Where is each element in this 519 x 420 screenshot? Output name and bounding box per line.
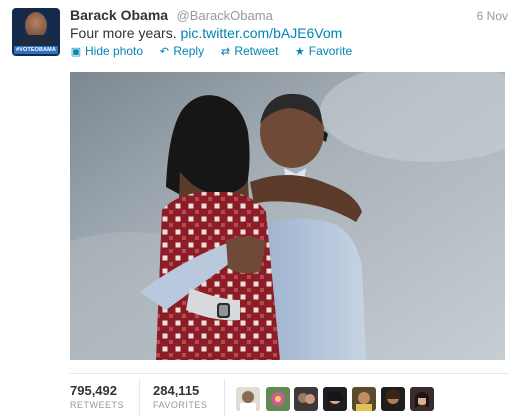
retweet-label: Retweet [234,44,279,58]
favoriter-photo [327,391,343,404]
hide-photo-label: Hide photo [85,44,144,58]
tweet-timestamp[interactable]: 6 Nov [477,9,508,23]
favorite-label: Favorite [308,44,353,58]
favorite-count-value: 284,115 [153,383,200,398]
author-name[interactable]: Barack Obama [70,7,168,23]
favoriter-avatar[interactable] [381,387,405,411]
stats-divider [70,373,509,374]
hide-photo-button[interactable]: ▣ Hide photo [70,44,143,58]
author-avatar[interactable]: #VOTEOBAMA [12,8,60,56]
favoriter-avatar[interactable] [294,387,318,411]
retweet-count-value: 795,492 [70,383,117,398]
retweet-count-label: RETWEETS [70,400,125,410]
favoriter-photo [271,392,285,406]
favoriter-photo [240,391,256,411]
favoriter-photo [415,392,429,407]
author-handle[interactable]: @BarackObama [177,8,273,23]
reply-label: Reply [173,44,205,58]
retweet-button[interactable]: ⇄ Retweet [219,44,279,58]
star-icon: ★ [294,46,305,58]
favorite-count[interactable]: 284,115 FAVORITES [153,383,207,410]
tweet-text: Four more years. pic.twitter.com/bAJE6Vo… [70,25,342,41]
tweet-text-body: Four more years. [70,25,177,41]
favoriter-avatar[interactable] [323,387,347,411]
avatar-badge: #VOTEOBAMA [14,46,58,54]
reply-button[interactable]: ↶ Reply [158,44,204,58]
favoriter-photo [298,393,315,404]
reply-arrow-icon: ↶ [159,46,169,58]
photo-couple-embrace [70,72,505,360]
favoriter-avatar[interactable] [236,387,260,411]
tweet-actions: ▣ Hide photo ↶ Reply ⇄ Retweet ★ Favorite [70,44,364,58]
favoriter-avatar[interactable] [266,387,290,411]
photo-icon: ▣ [70,46,82,58]
retweet-count[interactable]: 795,492 RETWEETS [70,383,124,410]
favoriter-avatar[interactable] [410,387,434,411]
tweet-header: Barack Obama @BarackObama [70,7,273,25]
tweet-photo-link[interactable]: pic.twitter.com/bAJE6Vom [180,25,342,41]
favorite-button[interactable]: ★ Favorite [294,44,352,58]
favoriter-photo [386,389,400,404]
favorite-count-label: FAVORITES [153,400,208,410]
tweet-photo[interactable] [70,72,505,360]
stats-separator [139,379,140,417]
favoriter-photo [356,392,372,411]
stats-separator [224,379,225,417]
favoriter-avatar[interactable] [352,387,376,411]
retweet-icon: ⇄ [220,46,231,58]
